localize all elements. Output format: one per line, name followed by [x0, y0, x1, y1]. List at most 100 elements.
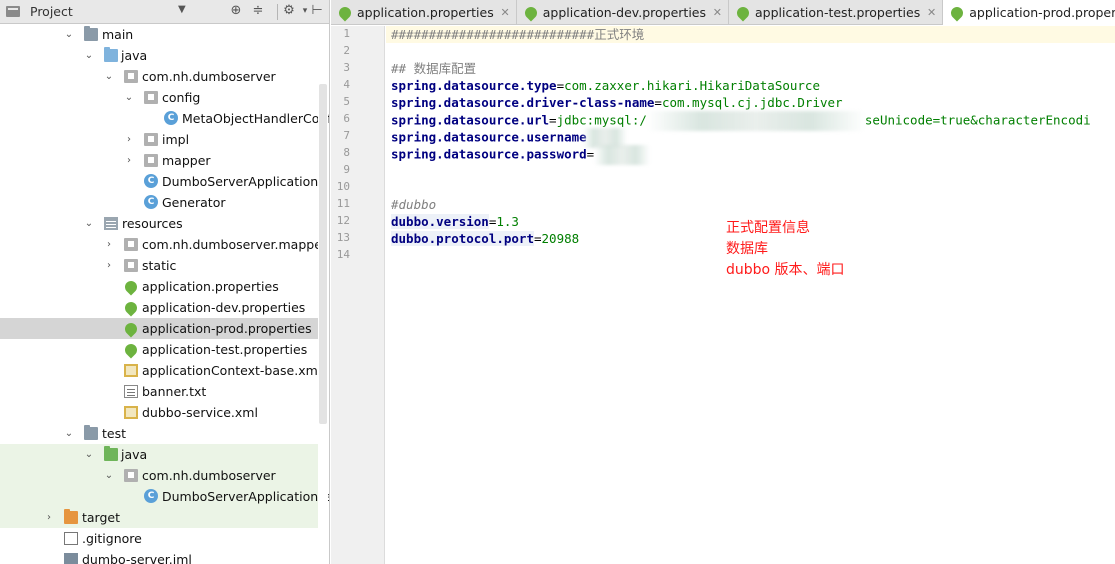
chevron-down-icon[interactable]: ▼ — [178, 4, 186, 15]
close-icon[interactable]: ✕ — [927, 0, 936, 25]
equals-sign: = — [556, 78, 565, 93]
code-line-11: #dubbo — [391, 197, 437, 212]
tree-item-label: dumbo-server.iml — [82, 552, 192, 564]
chevron-down-icon[interactable]: ⌄ — [123, 87, 135, 108]
tree-item-application-properties[interactable]: application.properties — [0, 276, 318, 297]
tree-item-dubbo-service-xml[interactable]: dubbo-service.xml — [0, 402, 318, 423]
chevron-right-icon[interactable]: › — [43, 507, 55, 528]
chevron-down-icon[interactable]: ⌄ — [103, 465, 115, 486]
tree-item-application-test-properties[interactable]: application-test.properties — [0, 339, 318, 360]
property-value: 1.3 — [496, 214, 519, 229]
tab-application-dev-properties[interactable]: application-dev.properties ✕ — [517, 0, 729, 25]
tree-item-label: Generator — [162, 195, 226, 210]
tree-item-application-dev-properties[interactable]: application-dev.properties — [0, 297, 318, 318]
tree-item-dumboserverapplication[interactable]: C DumboServerApplication — [0, 171, 318, 192]
chevron-down-icon[interactable]: ⌄ — [103, 66, 115, 87]
spring-properties-icon — [734, 4, 752, 22]
tree-item-application-prod-properties[interactable]: application-prod.properties — [0, 318, 318, 339]
equals-sign: = — [654, 95, 662, 110]
tree-item-resources[interactable]: ⌄ resources — [0, 213, 318, 234]
tree-item-label: main — [102, 27, 134, 42]
source-folder-icon — [104, 47, 118, 62]
excluded-folder-icon — [64, 509, 78, 524]
tree-item-label: application.properties — [142, 279, 279, 294]
code-line-1: ###########################正式环境 — [391, 27, 645, 42]
project-icon — [6, 6, 20, 17]
chevron-down-icon[interactable]: ⌄ — [63, 24, 75, 45]
project-view-title[interactable]: Project — [30, 4, 73, 19]
close-icon[interactable]: ✕ — [501, 0, 510, 25]
tree-item-generator[interactable]: C Generator — [0, 192, 318, 213]
close-icon[interactable]: ✕ — [713, 0, 722, 25]
chevron-right-icon[interactable]: › — [123, 129, 135, 150]
chevron-right-icon[interactable]: › — [123, 150, 135, 171]
redacted-blur — [594, 145, 651, 165]
test-class-icon: C — [144, 489, 158, 503]
chevron-right-icon[interactable]: › — [103, 255, 115, 276]
package-icon — [144, 91, 158, 104]
iml-file-icon — [64, 553, 78, 564]
chevron-down-icon[interactable]: ⌄ — [83, 45, 95, 66]
folder-icon — [84, 26, 98, 41]
equals-sign: = — [549, 112, 557, 128]
tree-item-gitignore[interactable]: .gitignore — [0, 528, 318, 549]
tree-item-java[interactable]: ⌄ java — [0, 45, 318, 66]
package-icon — [144, 133, 158, 146]
class-icon: C — [144, 195, 158, 209]
tree-item-impl[interactable]: › impl — [0, 129, 318, 150]
tree-item-label: dubbo-service.xml — [142, 405, 258, 420]
code-line-13: dubbo.protocol.port=20988 — [391, 230, 579, 247]
chevron-down-icon[interactable]: ⌄ — [83, 444, 95, 465]
tree-item-banner-txt[interactable]: banner.txt — [0, 381, 318, 402]
locate-icon[interactable]: ⊕ — [228, 3, 244, 19]
tree-item-test-package[interactable]: ⌄ com.nh.dumboserver — [0, 465, 318, 486]
line-number-gutter: 1 2 3 4 5 6 7 8 9 10 11 12 13 14 — [331, 26, 385, 564]
tree-item-label: com.nh.dumboserver — [142, 468, 276, 483]
tree-item-label: static — [142, 258, 177, 273]
tree-item-label: impl — [162, 132, 190, 147]
collapse-icon[interactable]: ≑ — [250, 3, 266, 19]
tree-item-dumboserverapplicationtests[interactable]: C DumboServerApplicationTests — [0, 486, 329, 507]
tree-item-static[interactable]: › static — [0, 255, 318, 276]
tree-item-test-java[interactable]: ⌄ java — [0, 444, 318, 465]
tree-item-mapper[interactable]: › mapper — [0, 150, 318, 171]
project-tool-window: Project ▼ ⊕ ≑ ⚙ ▾ ⊢ ⌄ main ⌄ java ⌄ com.… — [0, 0, 330, 564]
code-editor[interactable]: 1 2 3 4 5 6 7 8 9 10 11 12 13 14 #######… — [331, 26, 1115, 564]
tree-item-config[interactable]: ⌄ config — [0, 87, 318, 108]
tree-item-metaobjecthandlerconfig[interactable]: C MetaObjectHandlerConfig — [0, 108, 329, 129]
tree-item-package[interactable]: ⌄ com.nh.dumboserver — [0, 66, 318, 87]
tree-item-label: MetaObjectHandlerConfig — [182, 111, 330, 126]
line-number: 1 — [343, 27, 350, 40]
tree-item-test[interactable]: ⌄ test — [0, 423, 318, 444]
editor-tab-bar: application.properties ✕ application-dev… — [331, 0, 1115, 26]
chevron-right-icon[interactable]: › — [103, 234, 115, 255]
resources-folder-icon — [104, 217, 118, 230]
chevron-down-icon[interactable]: ⌄ — [63, 423, 75, 444]
line-number: 10 — [336, 180, 350, 193]
chevron-down-icon[interactable]: ⌄ — [83, 213, 95, 234]
hide-icon[interactable]: ⊢ — [309, 3, 325, 19]
tree-item-label: application-test.properties — [142, 342, 308, 357]
folder-icon — [84, 425, 98, 440]
tree-item-dumbo-server-iml[interactable]: dumbo-server.iml — [0, 549, 318, 564]
line-number: 12 — [336, 214, 350, 227]
tree-item-mapper-package[interactable]: › com.nh.dumboserver.mapper — [0, 234, 327, 255]
tree-item-main[interactable]: ⌄ main — [0, 24, 318, 45]
line-number: 13 — [336, 231, 350, 244]
tree-item-label: java — [121, 48, 148, 63]
line-number: 3 — [343, 61, 350, 74]
tree-item-applicationcontext-base-xml[interactable]: applicationContext-base.xml — [0, 360, 321, 381]
package-icon — [124, 259, 138, 272]
code-line-4: spring.datasource.type=com.zaxxer.hikari… — [391, 77, 820, 94]
tree-item-target[interactable]: › target — [0, 507, 318, 528]
line-number: 11 — [336, 197, 350, 210]
xml-file-icon — [124, 364, 138, 377]
tree-item-label: com.nh.dumboserver.mapper — [142, 237, 328, 252]
tree-item-label: .gitignore — [82, 531, 142, 546]
tab-application-prod-properties[interactable]: application-prod.properties — [943, 0, 1115, 26]
spring-properties-icon — [122, 320, 140, 338]
property-key: spring.datasource.password — [391, 146, 587, 162]
gear-icon[interactable]: ⚙ — [281, 3, 297, 19]
tab-application-properties[interactable]: application.properties ✕ — [331, 0, 517, 25]
tab-application-test-properties[interactable]: application-test.properties ✕ — [729, 0, 944, 25]
